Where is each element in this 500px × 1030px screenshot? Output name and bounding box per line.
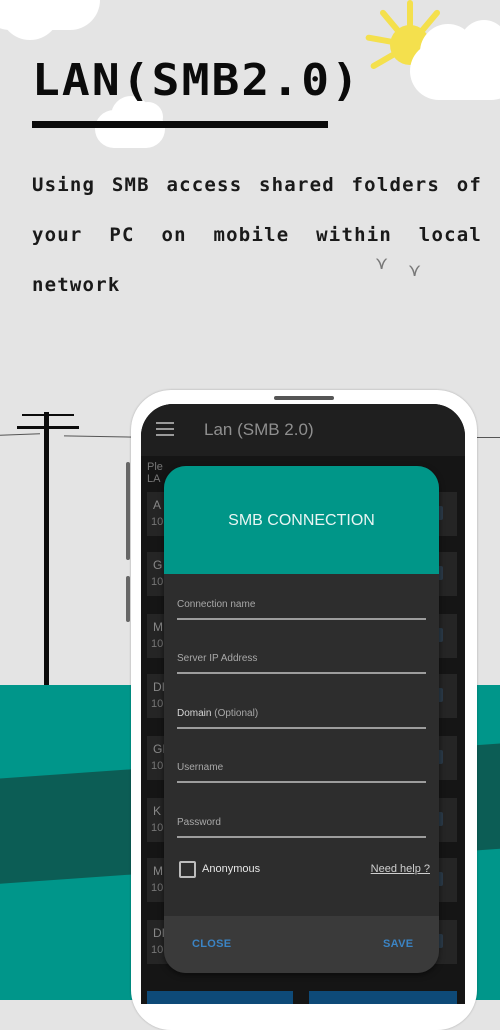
domain-field[interactable]: Domain (Optional) <box>177 707 426 729</box>
dialog-header: SMB CONNECTION <box>164 466 439 574</box>
save-button[interactable]: SAVE <box>383 938 413 950</box>
cloud-decoration <box>410 20 500 100</box>
phone-side-button <box>126 576 130 622</box>
bird-icon: ⋎ <box>375 253 389 273</box>
domain-optional-hint: (Optional) <box>214 708 259 719</box>
app-bar: Lan (SMB 2.0) <box>141 404 465 456</box>
cloud-decoration <box>0 0 100 40</box>
promo-title: LAN(SMB2.0) <box>32 55 362 106</box>
utility-pole <box>44 412 49 690</box>
hamburger-menu-icon[interactable] <box>156 422 174 436</box>
phone-side-button <box>126 462 130 560</box>
password-field[interactable]: Password <box>177 816 426 838</box>
username-field[interactable]: Username <box>177 761 426 783</box>
smb-connection-dialog: SMB CONNECTION Connection name Server IP… <box>164 466 439 973</box>
power-line <box>474 437 500 438</box>
bottom-action-button[interactable] <box>309 991 457 1004</box>
power-line <box>63 435 135 438</box>
hint-line: LA <box>147 473 161 485</box>
server-ip-field[interactable]: Server IP Address <box>177 652 426 674</box>
promo-subtitle: Using SMB access shared folders of your … <box>32 174 482 296</box>
power-line <box>0 433 41 436</box>
dialog-title: SMB CONNECTION <box>228 512 375 529</box>
title-underline <box>32 121 328 128</box>
bird-icon: ⋎ <box>408 260 422 280</box>
hint-line: Ple <box>147 461 163 473</box>
bottom-action-button[interactable] <box>147 991 293 1004</box>
connection-name-field[interactable]: Connection name <box>177 598 426 620</box>
anonymous-label: Anonymous <box>202 863 261 875</box>
need-help-link[interactable]: Need help ? <box>371 863 430 875</box>
cloud-decoration <box>95 96 165 148</box>
domain-label: Domain <box>177 708 212 719</box>
close-button[interactable]: CLOSE <box>192 938 231 950</box>
hint-text: Ple LA <box>147 461 163 485</box>
app-title: Lan (SMB 2.0) <box>204 420 314 439</box>
phone-speaker <box>274 396 334 400</box>
anonymous-checkbox[interactable] <box>179 861 196 878</box>
